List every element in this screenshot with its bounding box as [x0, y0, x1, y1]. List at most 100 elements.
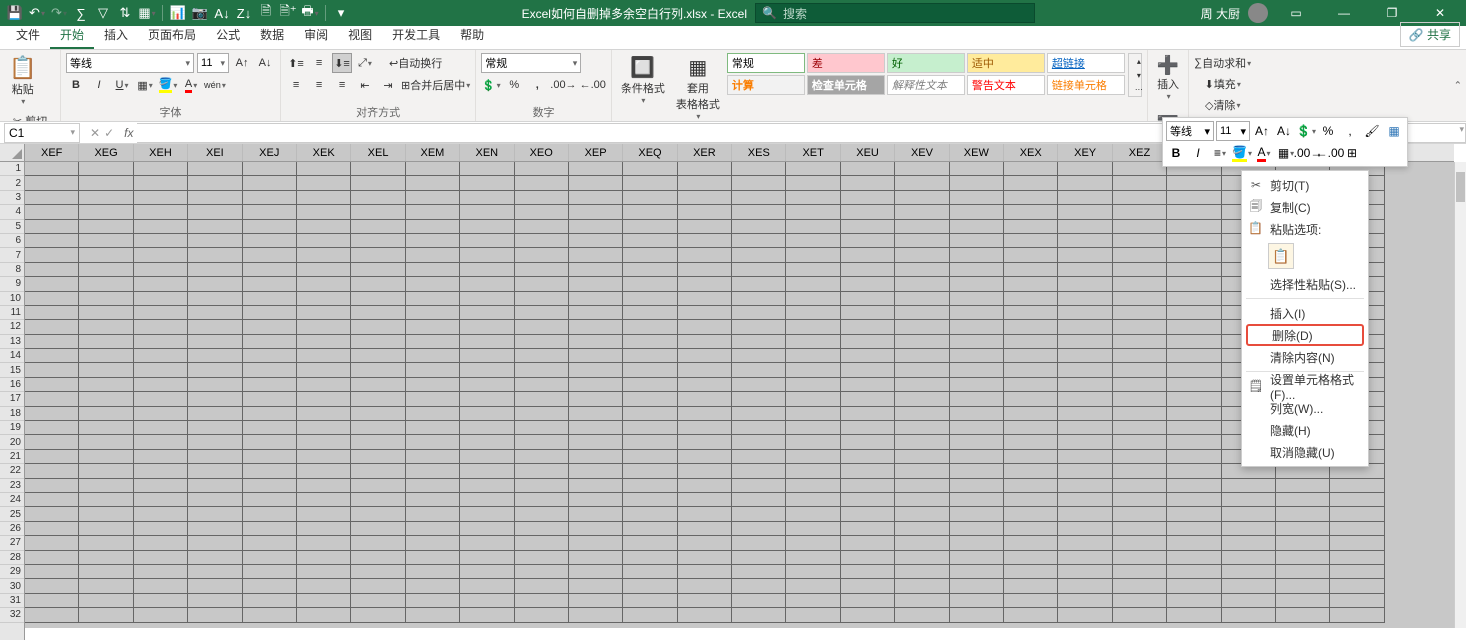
- increase-decimal-button[interactable]: .00→: [550, 75, 576, 95]
- tab-7[interactable]: 视图: [338, 22, 382, 49]
- tab-0[interactable]: 文件: [6, 22, 50, 49]
- column-header[interactable]: XEV: [895, 144, 949, 161]
- italic-button[interactable]: I: [89, 75, 109, 95]
- paste-button[interactable]: 📋 粘贴▾: [5, 53, 40, 108]
- column-header[interactable]: XEQ: [623, 144, 677, 161]
- gallery-down-button[interactable]: ▾: [1129, 68, 1149, 82]
- ctx-insert[interactable]: 插入(I): [1242, 302, 1368, 324]
- gallery-up-button[interactable]: ▴: [1129, 54, 1149, 68]
- row-header[interactable]: 18: [0, 407, 24, 421]
- row-header[interactable]: 29: [0, 565, 24, 579]
- row-header[interactable]: 16: [0, 378, 24, 392]
- column-header[interactable]: XEP: [569, 144, 623, 161]
- save-icon[interactable]: 💾: [6, 4, 24, 22]
- style-warning[interactable]: 警告文本: [967, 75, 1045, 95]
- align-bottom-button[interactable]: ⬇≡: [332, 53, 352, 73]
- tab-5[interactable]: 数据: [250, 22, 294, 49]
- insert-cells-button[interactable]: ➕插入▾: [1153, 53, 1183, 103]
- mini-bold[interactable]: B: [1166, 143, 1186, 163]
- column-header[interactable]: XEW: [950, 144, 1004, 161]
- grow-font-button[interactable]: A↑: [232, 53, 252, 73]
- ctx-copy[interactable]: 🗐复制(C): [1242, 196, 1368, 218]
- row-header[interactable]: 3: [0, 191, 24, 205]
- filter-qat-icon[interactable]: ▽: [94, 4, 112, 22]
- align-right-button[interactable]: ≡: [332, 75, 352, 95]
- style-explanatory[interactable]: 解释性文本: [887, 75, 965, 95]
- column-header[interactable]: XEI: [188, 144, 242, 161]
- row-header[interactable]: 9: [0, 277, 24, 291]
- column-header[interactable]: XER: [678, 144, 732, 161]
- row-header[interactable]: 27: [0, 536, 24, 550]
- align-middle-button[interactable]: ≡: [309, 53, 329, 73]
- mini-merge[interactable]: ⊞: [1342, 143, 1362, 163]
- expand-formula-bar-icon[interactable]: ▾: [1459, 124, 1464, 135]
- ctx-paste-default[interactable]: 📋: [1268, 243, 1294, 269]
- column-header[interactable]: XEX: [1004, 144, 1058, 161]
- mini-italic[interactable]: I: [1188, 143, 1208, 163]
- row-header[interactable]: 7: [0, 248, 24, 262]
- row-header[interactable]: 25: [0, 507, 24, 521]
- select-all-button[interactable]: [0, 144, 25, 162]
- accounting-format-button[interactable]: 💲▾: [481, 75, 501, 95]
- font-color-button[interactable]: A▾: [181, 75, 201, 95]
- user-avatar-icon[interactable]: [1248, 3, 1268, 23]
- column-header[interactable]: XEF: [25, 144, 79, 161]
- column-header[interactable]: XEU: [841, 144, 895, 161]
- mini-table[interactable]: ▦: [1384, 121, 1404, 141]
- percent-button[interactable]: %: [504, 75, 524, 95]
- tab-1[interactable]: 开始: [50, 22, 94, 49]
- column-header[interactable]: XEN: [460, 144, 514, 161]
- mini-shrink-font[interactable]: A↓: [1274, 121, 1294, 141]
- ctx-clear[interactable]: 清除内容(N): [1242, 346, 1368, 368]
- row-header[interactable]: 6: [0, 234, 24, 248]
- user-name[interactable]: 周 大厨: [1201, 5, 1240, 22]
- doc-qat-icon[interactable]: 🗎: [257, 4, 275, 22]
- row-header[interactable]: 4: [0, 205, 24, 219]
- vertical-scrollbar[interactable]: [1454, 162, 1466, 628]
- mini-font-combo[interactable]: 等线▾: [1166, 121, 1214, 141]
- format-as-table-button[interactable]: ▦套用 表格格式▾: [672, 53, 724, 122]
- fill-button[interactable]: ⬇ 填充 ▾: [1194, 74, 1251, 94]
- tab-8[interactable]: 开发工具: [382, 22, 450, 49]
- row-header[interactable]: 12: [0, 320, 24, 334]
- style-hyperlink[interactable]: 超链接: [1047, 53, 1125, 73]
- row-header[interactable]: 14: [0, 349, 24, 363]
- mini-fill-color[interactable]: 🪣▾: [1232, 143, 1252, 163]
- column-header[interactable]: XES: [732, 144, 786, 161]
- phonetic-button[interactable]: wén▾: [204, 75, 226, 95]
- mini-comma[interactable]: ,: [1340, 121, 1360, 141]
- column-header[interactable]: XEL: [351, 144, 405, 161]
- mini-accounting[interactable]: 💲▾: [1296, 121, 1316, 141]
- row-header[interactable]: 32: [0, 608, 24, 622]
- camera-qat-icon[interactable]: 📷: [191, 4, 209, 22]
- row-header[interactable]: 21: [0, 450, 24, 464]
- align-center-button[interactable]: ≡: [309, 75, 329, 95]
- ctx-unhide[interactable]: 取消隐藏(U): [1242, 441, 1368, 463]
- row-header[interactable]: 2: [0, 176, 24, 190]
- mini-font-color[interactable]: A▾: [1254, 143, 1274, 163]
- ctx-hide[interactable]: 隐藏(H): [1242, 419, 1368, 441]
- mini-painter[interactable]: 🖌: [1362, 121, 1382, 141]
- sortdesc-qat-icon[interactable]: Z↓: [235, 4, 253, 22]
- row-header[interactable]: 19: [0, 421, 24, 435]
- clear-button[interactable]: ◇ 清除 ▾: [1194, 95, 1251, 115]
- mini-dec-dec[interactable]: ←.00: [1320, 143, 1340, 163]
- autosum-qat-icon[interactable]: ∑: [72, 4, 90, 22]
- scroll-thumb[interactable]: [1456, 172, 1465, 202]
- ctx-format-cells[interactable]: 🗒设置单元格格式(F)...: [1242, 375, 1368, 397]
- newdoc-qat-icon[interactable]: 🗎⁺: [279, 4, 297, 22]
- qat-customize-icon[interactable]: ▾: [332, 4, 350, 22]
- row-header[interactable]: 10: [0, 292, 24, 306]
- sortasc-qat-icon[interactable]: A↓: [213, 4, 231, 22]
- decrease-indent-button[interactable]: ⇤: [355, 75, 375, 95]
- chart-qat-icon[interactable]: 📊: [169, 4, 187, 22]
- row-header[interactable]: 31: [0, 594, 24, 608]
- number-format-combo[interactable]: 常规▾: [481, 53, 581, 73]
- tab-3[interactable]: 页面布局: [138, 22, 206, 49]
- row-header[interactable]: 5: [0, 220, 24, 234]
- border-button[interactable]: ▦▾: [135, 75, 155, 95]
- conditional-format-button[interactable]: 🔲条件格式▾: [617, 53, 669, 107]
- column-header[interactable]: XEO: [515, 144, 569, 161]
- style-neutral[interactable]: 适中: [967, 53, 1045, 73]
- row-header[interactable]: 23: [0, 479, 24, 493]
